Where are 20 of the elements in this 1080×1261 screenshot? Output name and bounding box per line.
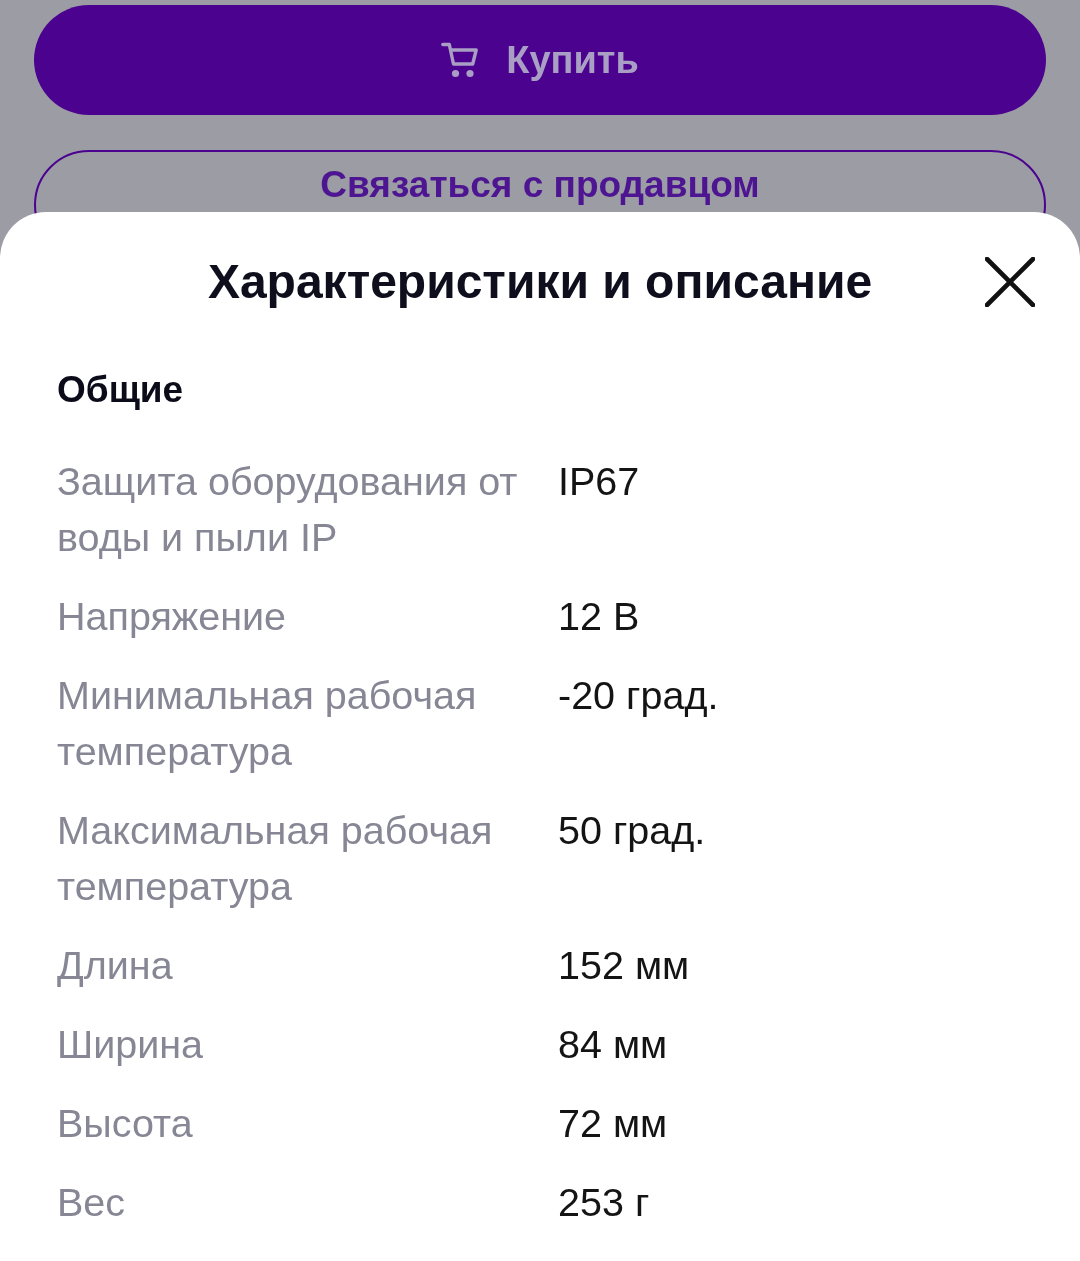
section-heading: Общие: [57, 369, 184, 410]
cart-icon: [441, 41, 480, 79]
spec-label: Минимальная рабочая температура: [57, 673, 477, 773]
spec-label: Длина: [57, 943, 173, 987]
spec-value: IP67: [558, 459, 640, 503]
spec-value: -20 град.: [558, 673, 719, 717]
spec-label: Максимальная рабочая температура: [57, 808, 493, 908]
spec-label: Ширина: [57, 1022, 204, 1066]
close-icon[interactable]: [985, 257, 1035, 307]
spec-value: 12 В: [558, 594, 640, 638]
buy-button[interactable]: Купить: [34, 5, 1046, 115]
spec-value: 72 мм: [558, 1101, 668, 1145]
spec-label: Вес: [57, 1180, 126, 1224]
spec-value: 50 град.: [558, 808, 706, 852]
spec-value: 84 мм: [558, 1022, 668, 1066]
spec-label: Напряжение: [57, 594, 287, 638]
spec-value: 152 мм: [558, 943, 690, 987]
spec-label: Высота: [57, 1101, 193, 1145]
spec-label: Защита оборудования от воды и пыли IP: [57, 459, 518, 559]
spec-value: 253 г: [558, 1180, 650, 1224]
